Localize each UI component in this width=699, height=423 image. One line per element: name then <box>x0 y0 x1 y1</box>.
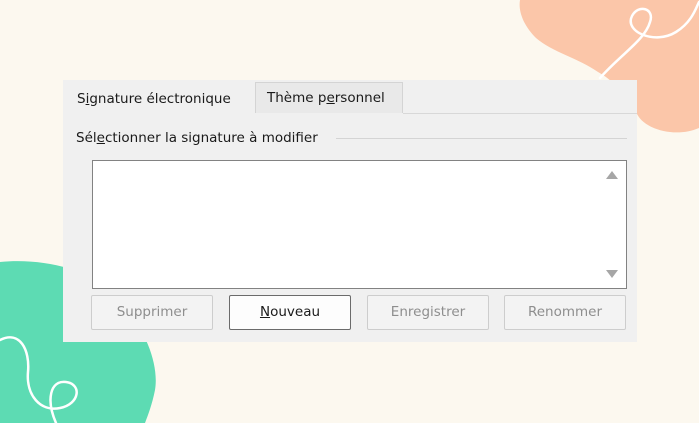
group-divider <box>336 138 627 139</box>
tab-signature-electronique[interactable]: Signature électronique <box>63 83 255 114</box>
tab-label-signature: Signature électronique <box>77 91 231 107</box>
signature-list[interactable] <box>92 160 627 289</box>
signature-dialog: Signature électronique Thème personnel S… <box>63 80 637 342</box>
delete-button[interactable]: Supprimer <box>91 295 213 330</box>
save-button[interactable]: Enregistrer <box>367 295 489 330</box>
scroll-up-arrow-icon[interactable] <box>606 171 618 179</box>
scroll-down-arrow-icon[interactable] <box>606 270 618 278</box>
select-signature-label: Sélectionner la signature à modifier <box>76 130 318 146</box>
tab-strip-border <box>403 113 637 114</box>
tab-label-theme: Thème personnel <box>267 90 385 106</box>
new-button[interactable]: Nouveau <box>229 295 351 330</box>
rename-button[interactable]: Renommer <box>504 295 626 330</box>
tab-theme-personnel[interactable]: Thème personnel <box>255 82 403 113</box>
